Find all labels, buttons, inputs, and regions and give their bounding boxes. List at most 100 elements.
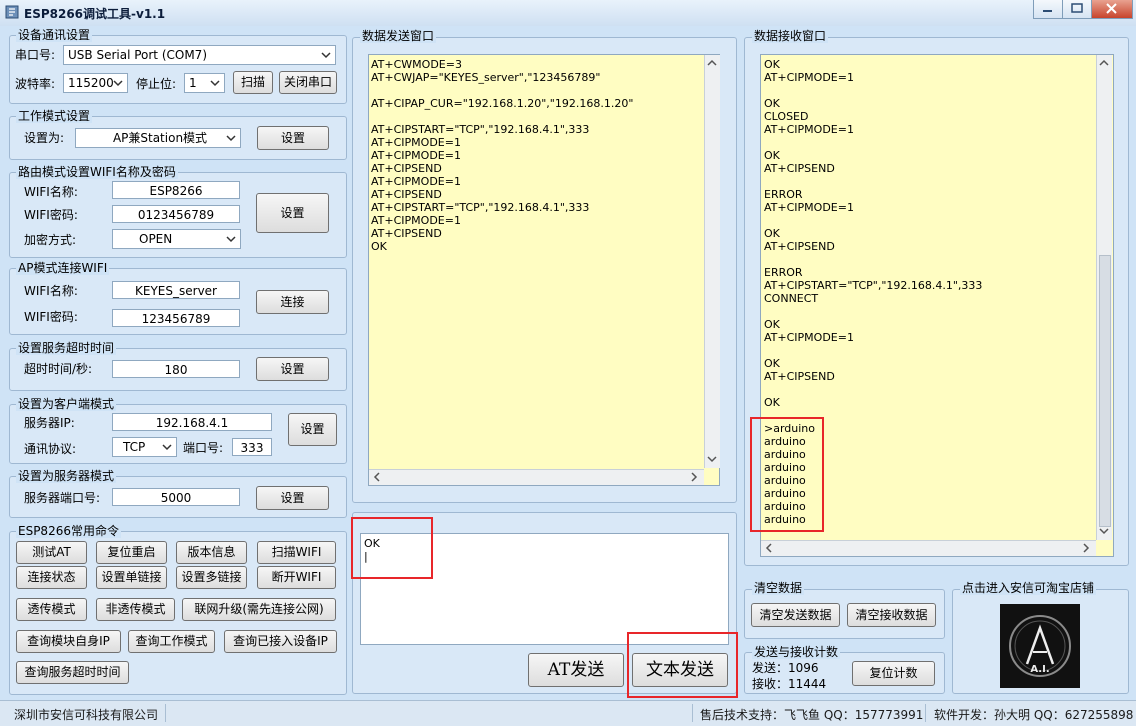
server-set-button[interactable]: 设置	[256, 486, 329, 510]
router-set-button[interactable]: 设置	[256, 193, 329, 233]
disconnect-wifi-button[interactable]: 断开WIFI	[257, 566, 336, 589]
input-highlight-box	[351, 517, 433, 579]
close-icon	[1106, 3, 1117, 14]
scroll-down-icon[interactable]	[1097, 524, 1111, 538]
timeout-label: 超时时间/秒:	[24, 362, 93, 376]
chevron-down-icon	[226, 135, 236, 142]
timeout-set-button[interactable]: 设置	[256, 357, 329, 381]
company-status: 深圳市安信可科技有限公司	[14, 708, 159, 722]
app-icon	[5, 5, 19, 19]
title-bar: ESP8266调试工具-v1.1	[0, 0, 1136, 26]
cloud-upgrade-button[interactable]: 联网升级(需先连接公网)	[182, 598, 336, 621]
shop-logo[interactable]: A.I.	[1000, 604, 1080, 688]
scroll-up-icon[interactable]	[1097, 56, 1111, 70]
query-own-ip-button[interactable]: 查询模块自身IP	[16, 630, 121, 653]
receive-scroll-thumb[interactable]	[1099, 255, 1111, 527]
receive-window-title: 数据接收窗口	[752, 29, 829, 43]
protocol-select[interactable]: TCP	[112, 437, 177, 457]
router-wifi-password-label: WIFI密码:	[24, 208, 78, 222]
encryption-value: OPEN	[139, 232, 173, 246]
scan-button[interactable]: 扫描	[233, 71, 273, 94]
timeout-title: 设置服务超时时间	[16, 341, 117, 355]
set-as-label: 设置为:	[24, 131, 65, 145]
chevron-down-icon	[321, 52, 331, 59]
developer-status: 软件开发：孙大明 QQ：627255898	[934, 708, 1134, 722]
chevron-down-icon	[162, 444, 172, 451]
work-mode-set-button[interactable]: 设置	[257, 126, 329, 150]
close-button[interactable]	[1091, 0, 1133, 19]
chevron-down-icon	[210, 80, 220, 87]
send-text-area[interactable]: AT+CWMODE=3 AT+CWJAP="KEYES_server","123…	[368, 54, 720, 486]
version-button[interactable]: 版本信息	[176, 541, 247, 564]
router-mode-title: 路由模式设置WIFI名称及密码	[16, 165, 178, 179]
scroll-down-icon[interactable]	[705, 452, 719, 466]
encryption-select[interactable]: OPEN	[112, 229, 241, 249]
baud-label: 波特率:	[15, 77, 56, 91]
encryption-label: 加密方式:	[24, 233, 77, 247]
scan-wifi-button[interactable]: 扫描WIFI	[257, 541, 336, 564]
router-wifi-name-input[interactable]: ESP8266	[112, 181, 240, 199]
query-work-mode-button[interactable]: 查询工作模式	[128, 630, 215, 653]
server-port-label: 服务器端口号:	[24, 491, 101, 505]
baud-select[interactable]: 115200	[63, 73, 128, 93]
timeout-input[interactable]: 180	[112, 360, 240, 378]
reset-button[interactable]: 复位重启	[96, 541, 167, 564]
shop-logo-text: A.I.	[1030, 664, 1050, 675]
close-port-button[interactable]: 关闭串口	[279, 71, 337, 94]
client-set-button[interactable]: 设置	[288, 413, 337, 446]
transparent-mode-button[interactable]: 透传模式	[16, 598, 87, 621]
scroll-left-icon[interactable]	[762, 541, 776, 555]
work-mode-select[interactable]: AP兼Station模式	[75, 128, 241, 148]
at-send-button[interactable]: AT发送	[528, 653, 624, 687]
port-value: USB Serial Port (COM7)	[68, 48, 207, 62]
client-port-input[interactable]: 333	[232, 438, 272, 456]
server-ip-label: 服务器IP:	[24, 416, 75, 430]
receive-horizontal-scrollbar[interactable]	[761, 540, 1096, 556]
maximize-icon	[1071, 3, 1083, 13]
ap-wifi-password-label: WIFI密码:	[24, 310, 78, 324]
scroll-right-icon[interactable]	[1079, 541, 1093, 555]
send-count-label: 发送：	[752, 661, 789, 675]
work-mode-value: AP兼Station模式	[112, 131, 208, 145]
commands-title: ESP8266常用命令	[16, 524, 121, 538]
ap-wifi-password-input[interactable]: 123456789	[112, 309, 240, 327]
ap-connect-button[interactable]: 连接	[256, 290, 329, 314]
status-divider	[925, 704, 926, 722]
device-settings-title: 设备通讯设置	[16, 28, 93, 42]
ap-connect-title: AP模式连接WIFI	[16, 261, 110, 275]
chevron-down-icon	[113, 80, 123, 87]
single-link-button[interactable]: 设置单链接	[96, 566, 167, 589]
chevron-down-icon	[226, 236, 236, 243]
clear-send-button[interactable]: 清空发送数据	[751, 603, 840, 627]
scroll-up-icon[interactable]	[705, 56, 719, 70]
port-select[interactable]: USB Serial Port (COM7)	[63, 45, 336, 65]
stop-bit-select[interactable]: 1	[184, 73, 225, 93]
minimize-button[interactable]	[1033, 0, 1063, 19]
ap-wifi-name-input[interactable]: KEYES_server	[112, 281, 240, 299]
multi-link-button[interactable]: 设置多链接	[176, 566, 247, 589]
query-connected-ip-button[interactable]: 查询已接入设备IP	[224, 630, 337, 653]
clear-receive-button[interactable]: 清空接收数据	[847, 603, 936, 627]
router-wifi-password-input[interactable]: 0123456789	[112, 205, 240, 223]
non-transparent-mode-button[interactable]: 非透传模式	[96, 598, 175, 621]
send-window-title: 数据发送窗口	[360, 29, 437, 43]
receive-count-value: 11444	[788, 677, 827, 691]
support-status: 售后技术支持：飞飞鱼 QQ：157773991	[700, 708, 924, 722]
server-port-input[interactable]: 5000	[112, 488, 240, 506]
maximize-button[interactable]	[1062, 0, 1092, 19]
send-horizontal-scrollbar[interactable]	[369, 469, 704, 485]
send-vertical-scrollbar[interactable]	[704, 55, 720, 468]
receive-count-label: 接收：	[752, 677, 789, 691]
client-mode-title: 设置为客户端模式	[16, 397, 117, 411]
test-at-button[interactable]: 测试AT	[16, 541, 87, 564]
scroll-right-icon[interactable]	[687, 470, 701, 484]
ap-wifi-name-label: WIFI名称:	[24, 284, 78, 298]
shop-logo-graphic	[1009, 615, 1071, 677]
reset-count-button[interactable]: 复位计数	[852, 661, 935, 686]
receive-vertical-scrollbar[interactable]	[1096, 55, 1112, 540]
scroll-left-icon[interactable]	[370, 470, 384, 484]
connection-status-button[interactable]: 连接状态	[16, 566, 87, 589]
server-ip-input[interactable]: 192.168.4.1	[112, 413, 272, 431]
query-timeout-button[interactable]: 查询服务超时时间	[16, 661, 129, 684]
status-divider	[692, 704, 693, 722]
